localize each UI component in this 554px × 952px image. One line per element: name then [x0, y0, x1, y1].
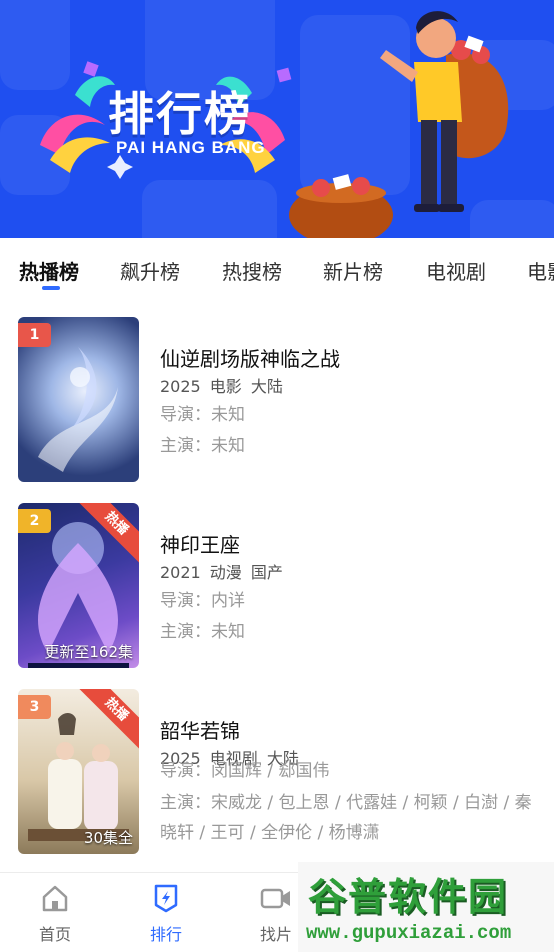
- director: 导演：闵国辉 / 郄国伟: [160, 761, 330, 781]
- nav-label: 首页: [38, 925, 71, 944]
- ranking-list-item[interactable]: 1 仙逆剧场版神临之战 2025 电影 大陆 导演：未知 主演：未知: [0, 317, 554, 487]
- video-icon: [260, 888, 290, 909]
- watermark-name: 谷普软件园: [308, 875, 509, 919]
- title[interactable]: 仙逆剧场版神临之战: [160, 343, 340, 372]
- nav-home[interactable]: 首页: [20, 883, 90, 945]
- rank-badge: 1: [18, 323, 51, 347]
- banner-subtitle: PAI HANG BANG: [116, 138, 266, 157]
- episode-status: 更新至162集: [44, 643, 133, 661]
- tab-movies[interactable]: 电影: [527, 256, 554, 285]
- director: 导演：内详: [160, 591, 245, 611]
- ranking-list-item[interactable]: 3 热播 30集全 韶华若锦 2025 电视剧 大陆 导演：闵国辉 / 郄国伟 …: [0, 689, 554, 859]
- tab-rising[interactable]: 飙升榜: [120, 256, 180, 285]
- ranking-icon: [154, 884, 178, 913]
- nav-ranking[interactable]: 排行: [131, 883, 201, 945]
- poster-image[interactable]: 2 热播 更新至162集: [18, 503, 139, 668]
- tab-new-release[interactable]: 新片榜: [323, 256, 383, 285]
- banner-title: 排行榜: [108, 87, 252, 141]
- poster-image[interactable]: 1: [18, 317, 139, 482]
- director: 导演：未知: [160, 405, 245, 425]
- nav-label: 排行: [149, 925, 182, 944]
- site-watermark: 谷普软件园 www.gupuxiazai.com: [298, 862, 554, 952]
- tab-hot-search[interactable]: 热搜榜: [222, 256, 282, 285]
- ranking-banner: 排行榜 PAI HANG BANG: [0, 0, 554, 238]
- watermark-url: www.gupuxiazai.com: [306, 922, 512, 944]
- meta-info: 2025 电影 大陆: [160, 377, 283, 396]
- ranking-tabs: 热播榜 飙升榜 热搜榜 新片榜 电视剧 电影: [0, 238, 554, 296]
- title[interactable]: 韶华若锦: [160, 715, 240, 744]
- title[interactable]: 神印王座: [160, 529, 240, 558]
- ranking-list-item[interactable]: 2 热播 更新至162集 神印王座 2021 动漫 国产 导演：内详 主演：未知: [0, 503, 554, 673]
- tab-hot-play[interactable]: 热播榜: [19, 256, 79, 285]
- cast: 主演：宋威龙 / 包上恩 / 代露娃 / 柯颖 / 白澍 / 秦晓轩 / 王可 …: [160, 793, 532, 843]
- cast: 主演：未知: [160, 436, 245, 456]
- meta-info: 2021 动漫 国产: [160, 563, 283, 582]
- rank-badge: 3: [18, 695, 51, 719]
- person-carrying-bag-illustration-icon: [289, 11, 509, 238]
- cast: 主演：未知: [160, 622, 245, 642]
- episode-status: 30集全: [83, 829, 133, 847]
- rank-badge: 2: [18, 509, 51, 533]
- tab-tv-series[interactable]: 电视剧: [426, 256, 486, 285]
- home-icon: [42, 885, 68, 912]
- active-tab-indicator: [42, 286, 60, 290]
- poster-image[interactable]: 3 热播 30集全: [18, 689, 139, 854]
- banner-bg-tile: [142, 180, 277, 238]
